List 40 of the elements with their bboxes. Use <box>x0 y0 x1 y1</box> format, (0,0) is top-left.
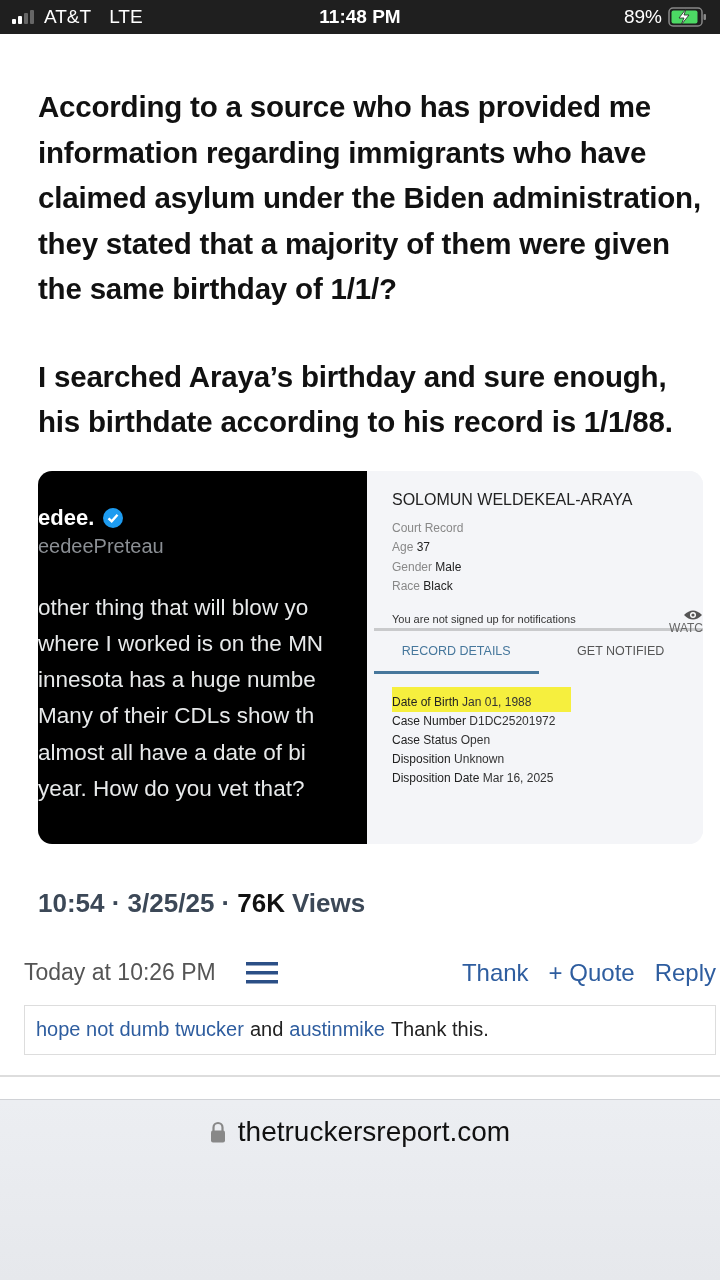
notification-notice: You are not signed up for notifications <box>392 612 576 627</box>
lock-icon <box>209 1120 226 1143</box>
record-tab[interactable]: RECORD DETAILS <box>374 631 539 674</box>
thanks-text: Thank this. <box>390 1018 489 1041</box>
tweet-date: 10:54 · 3/25/25 · <box>38 887 231 919</box>
tweet-text-line: where I worked is on the MN <box>38 629 325 658</box>
record-type: Court Record <box>392 519 465 537</box>
post-paragraph: I searched Araya’s birthday and sure enough, his birthdate according to his record is 1/1/88. <box>38 358 674 440</box>
tweet-text-line: innesota has a huge numbe <box>38 666 317 695</box>
post-paragraph: According to a source who has provided me information regarding immigrants who have claimed asylum under the Biden administration, they stated that a majority of them were given the same birthday of 1/1/? <box>38 89 702 307</box>
author-handle: eedeePreteau <box>38 534 165 558</box>
post-action-link[interactable]: + Quote <box>548 958 635 987</box>
tweet-text-line: Many of their CDLs show th <box>38 702 316 731</box>
record-detail: Disposition Unknown <box>392 750 506 768</box>
tweet-text-line: other thing that will blow yo <box>38 593 310 622</box>
network-type: LTE <box>109 6 143 28</box>
person-name: SOLOMUN WELDEKEAL-ARAYA <box>392 490 634 509</box>
record-detail: Case Number D1DC25201972 <box>392 712 557 730</box>
tweet-text-line: year. How do you vet that? <box>38 775 306 803</box>
tweet-text-line: almost all have a date of bi <box>38 738 307 767</box>
menu-icon <box>245 961 278 984</box>
record-detail: Case Status Open <box>392 731 492 749</box>
record-detail: Disposition Date Mar 16, 2025 <box>392 769 555 787</box>
record-fact: Age 37 <box>392 539 432 556</box>
post-action-link[interactable]: Thank <box>461 958 529 987</box>
joiner-text: and <box>249 1018 284 1041</box>
address-url[interactable]: thetruckersreport.com <box>237 1115 511 1148</box>
clock-time: 11:48 PM <box>319 6 401 28</box>
view-count: 76K <box>237 887 285 919</box>
post-action-link[interactable]: Reply <box>654 958 716 987</box>
record-detail: Date of Birth Jan 01, 1988 <box>392 686 572 712</box>
post-timestamp: Today at 10:26 PM <box>24 959 216 986</box>
user-link[interactable]: austinmike <box>289 1018 385 1041</box>
battery-percent: 89% <box>623 6 662 28</box>
record-fact: Race Black <box>392 578 454 595</box>
carrier-name: AT&T <box>44 6 92 28</box>
user-link[interactable]: hope not dumb twucker <box>36 1018 244 1041</box>
views-label: Views <box>291 887 366 919</box>
author-name: edee. <box>38 504 95 531</box>
record-fact: Gender Male <box>392 558 463 576</box>
